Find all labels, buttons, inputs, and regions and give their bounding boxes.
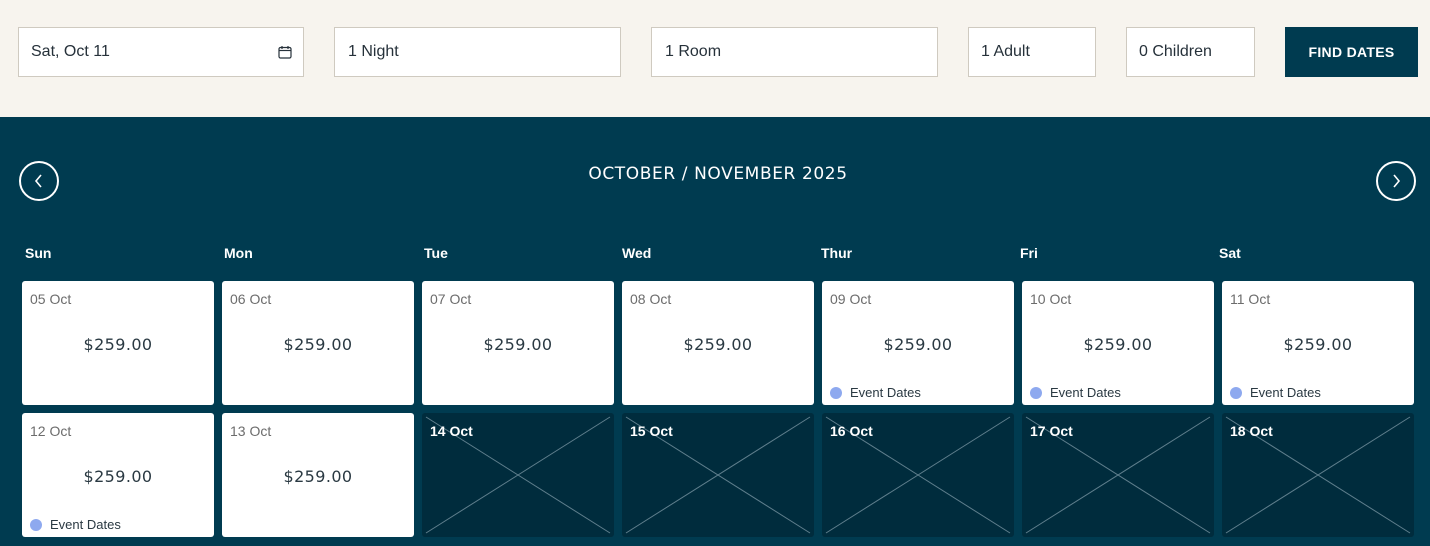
weekday-fri: Fri (1020, 245, 1038, 261)
day-date: 09 Oct (830, 291, 872, 307)
day-date: 12 Oct (30, 423, 72, 439)
event-label: Event Dates (50, 517, 121, 532)
day-cell[interactable]: 08 Oct $259.00 (622, 281, 814, 405)
day-date: 08 Oct (630, 291, 672, 307)
day-date: 14 Oct (430, 423, 473, 439)
day-date: 05 Oct (30, 291, 72, 307)
day-price: $259.00 (483, 335, 553, 354)
day-date: 06 Oct (230, 291, 272, 307)
event-indicator: Event Dates (830, 385, 921, 400)
weekday-sat: Sat (1219, 245, 1241, 261)
event-label: Event Dates (850, 385, 921, 400)
event-dot-icon (1230, 386, 1242, 399)
day-date: 11 Oct (1230, 291, 1271, 307)
event-indicator: Event Dates (1230, 385, 1321, 400)
next-month-button[interactable] (1376, 161, 1416, 201)
weekday-mon: Mon (224, 245, 253, 261)
event-label: Event Dates (1250, 385, 1321, 400)
adults-value: 1 Adult (981, 43, 1030, 60)
day-cell[interactable]: 07 Oct $259.00 (422, 281, 614, 405)
day-cell-unavailable: 17 Oct (1022, 413, 1214, 537)
day-cell-unavailable: 14 Oct (422, 413, 614, 537)
calendar-icon[interactable] (278, 45, 292, 59)
day-cell[interactable]: 12 Oct $259.00 Event Dates (22, 413, 214, 537)
weekday-sun: Sun (25, 245, 52, 261)
day-cell[interactable]: 13 Oct $259.00 (222, 413, 414, 537)
day-price: $259.00 (883, 335, 953, 354)
children-select[interactable]: 0 Children (1126, 27, 1255, 77)
day-cell-unavailable: 16 Oct (822, 413, 1014, 537)
weekday-tue: Tue (424, 245, 448, 261)
day-cell[interactable]: 11 Oct $259.00 Event Dates (1222, 281, 1414, 405)
day-price: $259.00 (83, 467, 153, 486)
month-title: OCTOBER / NOVEMBER 2025 (588, 164, 848, 184)
nights-select[interactable]: 1 Night (334, 27, 621, 77)
day-cell-unavailable: 15 Oct (622, 413, 814, 537)
day-cell[interactable]: 10 Oct $259.00 Event Dates (1022, 281, 1214, 405)
day-date: 07 Oct (430, 291, 472, 307)
day-date: 15 Oct (630, 423, 673, 439)
day-cell[interactable]: 09 Oct $259.00 Event Dates (822, 281, 1014, 405)
weekday-wed: Wed (622, 245, 652, 261)
event-dot-icon (830, 386, 842, 399)
checkin-date-field[interactable]: Sat, Oct 11 (18, 27, 304, 77)
day-cell-unavailable: 18 Oct (1222, 413, 1414, 537)
day-date: 10 Oct (1030, 291, 1072, 307)
day-price: $259.00 (1283, 335, 1353, 354)
day-cell[interactable]: 06 Oct $259.00 (222, 281, 414, 405)
adults-select[interactable]: 1 Adult (968, 27, 1096, 77)
weekday-thu: Thur (821, 245, 853, 261)
children-value: 0 Children (1139, 43, 1212, 60)
day-date: 16 Oct (830, 423, 873, 439)
day-date: 18 Oct (1230, 423, 1273, 439)
find-dates-button[interactable]: FIND DATES (1285, 27, 1418, 77)
day-cell[interactable]: 05 Oct $259.00 (22, 281, 214, 405)
chevron-right-icon (1393, 174, 1401, 188)
checkin-date-value: Sat, Oct 11 (31, 43, 110, 60)
day-price: $259.00 (1083, 335, 1153, 354)
day-price: $259.00 (83, 335, 153, 354)
event-label: Event Dates (1050, 385, 1121, 400)
day-price: $259.00 (283, 335, 353, 354)
rate-calendar: OCTOBER / NOVEMBER 2025 Sun Mon Tue Wed … (0, 117, 1430, 546)
day-date: 13 Oct (230, 423, 272, 439)
day-price: $259.00 (283, 467, 353, 486)
rooms-select[interactable]: 1 Room (651, 27, 938, 77)
search-bar: Sat, Oct 11 1 Night 1 Room 1 Adult 0 Chi… (0, 0, 1430, 117)
event-dot-icon (1030, 386, 1042, 399)
event-dot-icon (30, 518, 42, 531)
rooms-value: 1 Room (665, 43, 722, 60)
nights-value: 1 Night (348, 43, 399, 60)
event-indicator: Event Dates (30, 517, 121, 532)
day-date: 17 Oct (1030, 423, 1073, 439)
day-price: $259.00 (683, 335, 753, 354)
event-indicator: Event Dates (1030, 385, 1121, 400)
